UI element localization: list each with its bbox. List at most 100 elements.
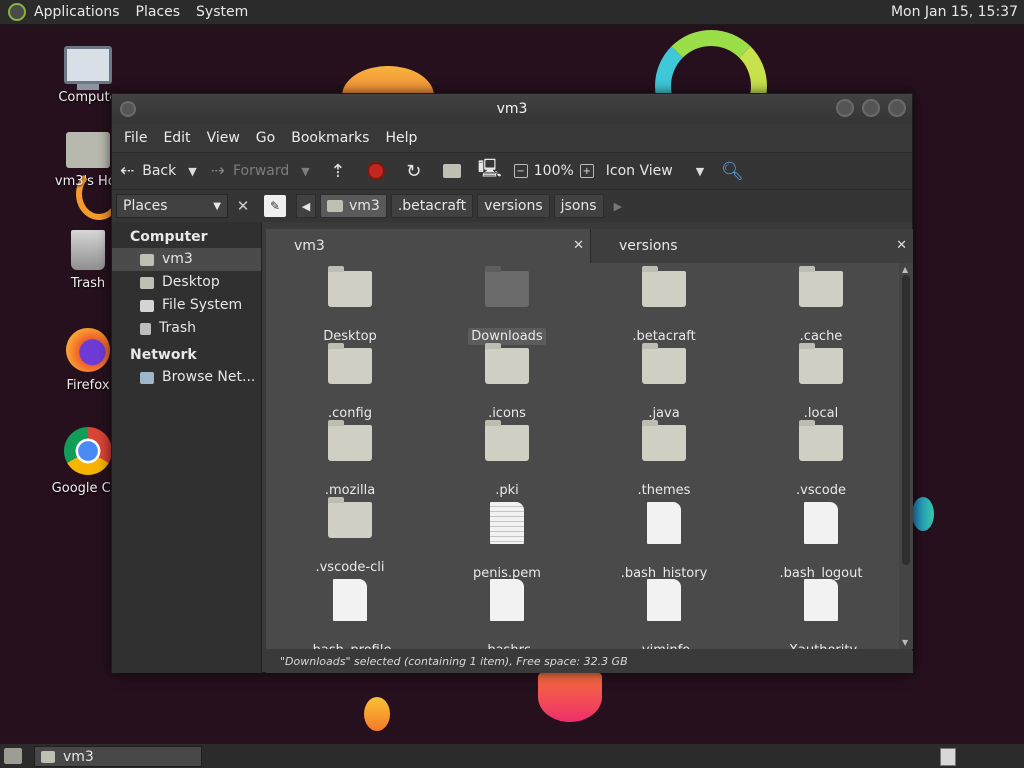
search-icon: 🔍︎ — [720, 160, 744, 182]
menu-go[interactable]: Go — [248, 130, 283, 146]
trash-icon — [71, 230, 105, 270]
folder-item-dot-mozilla[interactable]: .mozilla — [275, 420, 425, 499]
file-item-dot-viminfo[interactable]: .viminfo — [589, 579, 739, 649]
file-item-dot-bash-profile[interactable]: .bash_profile — [275, 579, 425, 649]
tab-versions[interactable]: versions ✕ — [590, 229, 913, 263]
edit-location-button[interactable]: ✎ — [264, 195, 286, 217]
toolbar: ⇠ Back ▼ ⇢ Forward ▼ ⇡ ↻ 🖳 − 100% + Icon… — [112, 152, 912, 190]
close-window-button[interactable] — [888, 99, 906, 117]
firefox-icon — [66, 328, 110, 372]
window-titlebar[interactable]: vm3 — [112, 94, 912, 124]
clock[interactable]: Mon Jan 15, 15:37 — [891, 4, 1018, 20]
file-item-dot-bash-logout[interactable]: .bash_logout — [746, 502, 896, 582]
menu-help[interactable]: Help — [377, 130, 425, 146]
file-icon — [647, 579, 681, 621]
scrollbar-thumb[interactable] — [902, 275, 910, 565]
folder-item-dot-local[interactable]: .local — [746, 343, 896, 422]
crumb-vm3[interactable]: vm3 — [320, 194, 387, 218]
crumb-scroll-right-button[interactable]: ▶ — [614, 200, 622, 213]
trash-icon — [140, 322, 151, 335]
item-label: Downloads — [468, 328, 546, 345]
computer-button[interactable]: 🖳 — [476, 157, 504, 185]
folder-item-dot-vscode[interactable]: .vscode — [746, 420, 896, 499]
crumb-label: .betacraft — [397, 198, 467, 214]
folder-item-dot-config[interactable]: .config — [275, 343, 425, 422]
chrome-icon — [64, 427, 112, 475]
view-mode-select[interactable]: Icon View — [606, 163, 690, 179]
folder-item-dot-themes[interactable]: .themes — [589, 420, 739, 499]
zoom-in-button[interactable]: + — [579, 164, 594, 178]
workspace-switcher[interactable] — [940, 748, 956, 766]
item-label: .vscode-cli — [315, 560, 385, 575]
applications-menu[interactable]: Applications — [26, 4, 128, 20]
sidebar-item-label: vm3 — [162, 251, 193, 267]
crumb-scroll-left-button[interactable]: ◀ — [296, 194, 316, 218]
home-folder-icon — [66, 132, 110, 168]
folder-icon — [799, 343, 843, 384]
scroll-down-icon[interactable]: ▼ — [902, 638, 908, 647]
crumb-jsons[interactable]: jsons — [553, 194, 604, 218]
menu-file[interactable]: File — [116, 130, 155, 146]
forward-arrow-icon: ⇢ — [210, 161, 225, 181]
folder-icon — [328, 497, 372, 538]
places-menu[interactable]: Places — [128, 4, 189, 20]
back-history-dropdown[interactable]: ▼ — [188, 165, 196, 178]
folder-item-dot-java[interactable]: .java — [589, 343, 739, 422]
crumb-versions[interactable]: versions — [477, 194, 550, 218]
file-item-dot-bashrc[interactable]: .bashrc — [432, 579, 582, 649]
folder-item-desktop[interactable]: Desktop — [275, 266, 425, 345]
taskbar-item-vm3[interactable]: vm3 — [34, 746, 202, 767]
folder-icon — [642, 266, 686, 307]
search-button[interactable]: 🔍︎ — [718, 157, 746, 185]
vertical-scrollbar[interactable]: ▲ ▼ — [899, 263, 913, 649]
close-sidebar-button[interactable]: ✕ — [232, 195, 254, 217]
sidebar-heading-network: Network — [130, 347, 197, 363]
file-item-dot-xauthority[interactable]: .Xauthority — [746, 579, 896, 649]
home-folder-icon — [442, 164, 461, 178]
back-label: Back — [142, 163, 177, 179]
maximize-button[interactable] — [862, 99, 880, 117]
forward-history-dropdown[interactable]: ▼ — [301, 165, 309, 178]
folder-item-dot-vscode-cli[interactable]: .vscode-cli — [275, 497, 425, 576]
distro-logo-icon[interactable] — [8, 3, 26, 21]
home-button[interactable] — [438, 157, 466, 185]
view-mode-dropdown[interactable]: ▼ — [696, 165, 704, 178]
back-button[interactable]: ⇠ Back — [120, 161, 176, 181]
zoom-level: 100% — [533, 163, 574, 179]
show-desktop-button[interactable] — [4, 748, 22, 764]
file-item-penis-pem[interactable]: penis.pem — [432, 502, 582, 582]
zoom-out-button[interactable]: − — [513, 164, 528, 178]
up-button[interactable]: ⇡ — [324, 157, 352, 185]
menu-view[interactable]: View — [199, 130, 248, 146]
sidebar-pane-label: Places — [123, 198, 168, 214]
close-tab-button[interactable]: ✕ — [896, 238, 907, 253]
close-icon: ✕ — [236, 197, 250, 215]
sidebar-item-desktop[interactable]: Desktop — [112, 271, 261, 294]
crumb-betacraft[interactable]: .betacraft — [390, 194, 474, 218]
menu-edit[interactable]: Edit — [155, 130, 198, 146]
system-menu[interactable]: System — [188, 4, 256, 20]
sidebar-pane-select[interactable]: Places ▼ — [116, 194, 228, 218]
sidebar-item-file-system[interactable]: File System — [112, 294, 261, 317]
tab-vm3[interactable]: vm3 ✕ — [266, 229, 590, 263]
folder-item-dot-icons[interactable]: .icons — [432, 343, 582, 422]
file-item-dot-bash-history[interactable]: .bash_history — [589, 502, 739, 582]
sidebar-item-browse-network[interactable]: Browse Net... — [112, 366, 261, 389]
sidebar-item-trash[interactable]: Trash — [112, 317, 261, 340]
scroll-up-icon[interactable]: ▲ — [902, 265, 908, 274]
home-folder-icon — [327, 200, 343, 212]
folder-item-downloads[interactable]: Downloads — [432, 266, 582, 345]
folder-item-dot-pki[interactable]: .pki — [432, 420, 582, 499]
file-icon — [804, 579, 838, 621]
folder-item-dot-betacraft[interactable]: .betacraft — [589, 266, 739, 345]
minimize-button[interactable] — [836, 99, 854, 117]
file-icon — [490, 579, 524, 621]
menu-bookmarks[interactable]: Bookmarks — [283, 130, 377, 146]
stop-button[interactable] — [362, 157, 390, 185]
folder-item-dot-cache[interactable]: .cache — [746, 266, 896, 345]
reload-button[interactable]: ↻ — [400, 157, 428, 185]
forward-button[interactable]: ⇢ Forward — [211, 161, 290, 181]
sidebar-item-vm3[interactable]: vm3 — [112, 248, 261, 271]
file-icon — [333, 579, 367, 621]
close-tab-button[interactable]: ✕ — [573, 238, 584, 253]
